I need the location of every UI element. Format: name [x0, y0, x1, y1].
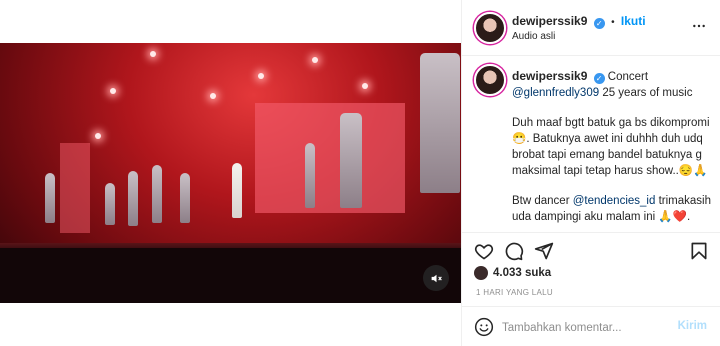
caption-head: dewiperssik9 ✓ Concert [512, 68, 712, 85]
stage-light [362, 83, 368, 89]
caption-avatar[interactable] [474, 64, 506, 96]
stage-light [210, 93, 216, 99]
verified-icon: ✓ [593, 18, 605, 29]
post-comment-button[interactable]: Kirim [678, 320, 707, 332]
mute-icon [431, 274, 442, 282]
performer [340, 113, 362, 208]
username[interactable]: dewiperssik9 [512, 14, 587, 28]
more-options-icon [693, 24, 705, 28]
comment-bar: Kirim [462, 306, 720, 346]
like-button[interactable] [473, 240, 495, 262]
share-icon [534, 242, 554, 260]
emoji-button[interactable] [474, 317, 494, 340]
stage-light [258, 73, 264, 79]
audio-label[interactable]: Audio asli [512, 31, 555, 42]
follow-button[interactable]: Ikuti [621, 14, 646, 28]
comment-input[interactable] [502, 319, 672, 337]
caption-mention-line: @glennfredly309 25 years of music [512, 85, 712, 101]
caption-thanks-mention[interactable]: @tendencies_id [573, 195, 656, 207]
emoji-icon [474, 317, 494, 337]
verified-icon: ✓ [593, 73, 605, 84]
stage-light [150, 51, 156, 57]
caption-mention-link[interactable]: @glennfredly309 [512, 87, 599, 99]
post-header: dewiperssik9 ✓ • Ikuti Audio asli [462, 0, 720, 56]
stage-floor [0, 248, 461, 303]
mute-button[interactable] [423, 265, 449, 291]
caption-username[interactable]: dewiperssik9 [512, 69, 587, 83]
avatar[interactable] [474, 12, 506, 44]
performer [305, 143, 315, 208]
caption-thanks: Btw dancer @tendencies_id trimakasih uda… [512, 193, 712, 225]
lead-singer [232, 163, 242, 218]
share-button[interactable] [533, 240, 555, 262]
liker-avatar[interactable] [474, 266, 488, 280]
performer [105, 183, 115, 225]
separator: • [611, 17, 615, 28]
performer [45, 173, 55, 223]
likes-count[interactable]: 4.033 suka [493, 267, 551, 279]
caption-mention-suffix: 25 years of music [599, 87, 693, 99]
stage-screen [255, 103, 405, 213]
caption: dewiperssik9 ✓ Concert @glennfredly309 2… [512, 68, 712, 225]
post-media [0, 0, 461, 346]
caption-location[interactable]: Concert [608, 71, 648, 83]
save-button[interactable] [688, 240, 710, 262]
heart-icon [474, 244, 494, 260]
more-options-button[interactable] [691, 18, 707, 37]
header-title-row: dewiperssik9 ✓ • Ikuti [512, 14, 646, 29]
stage-light [312, 57, 318, 63]
concert-video[interactable] [0, 43, 461, 303]
stage-light [110, 88, 116, 94]
caption-body: Duh maaf bgtt batuk ga bs dikompromi 😷. … [512, 117, 710, 177]
performer [128, 171, 138, 226]
post-timestamp[interactable]: 1 HARI YANG LALU [476, 288, 553, 297]
comment-icon [505, 242, 524, 261]
stage-light [95, 133, 101, 139]
post-panel: dewiperssik9 ✓ • Ikuti Audio asli dewipe… [461, 0, 720, 346]
performer [152, 165, 162, 223]
caption-thanks-prefix: Btw dancer [512, 195, 573, 207]
performer [180, 173, 190, 223]
bookmark-icon [691, 242, 707, 260]
performer [420, 53, 460, 193]
comment-button[interactable] [503, 240, 525, 262]
stage-screen-left [60, 143, 90, 233]
